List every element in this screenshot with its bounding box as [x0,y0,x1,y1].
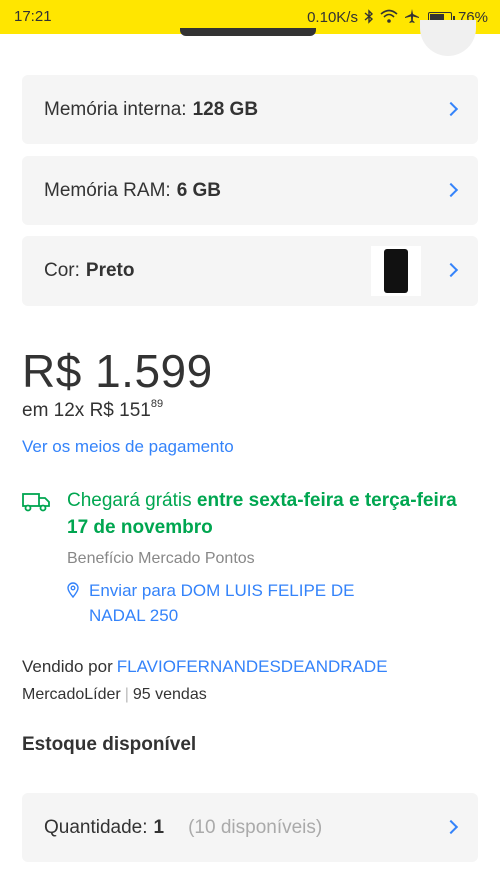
installments-text: em 12x R$ 151 [22,400,151,421]
network-speed: 0.10K/s [307,9,358,26]
chevron-right-icon [443,101,459,117]
status-time: 17:21 [14,8,52,25]
ram-selector[interactable]: Memória RAM: 6 GB [22,156,478,225]
internal-memory-selector[interactable]: Memória interna: 128 GB [22,75,478,144]
internal-memory-value: 128 GB [192,99,259,120]
quantity-selector[interactable]: Quantidade: 1 (10 disponíveis) [22,793,478,862]
bluetooth-icon [364,8,374,27]
header-circle-remnant [420,20,476,56]
color-selector[interactable]: Cor: Preto [22,236,478,306]
seller-sales: 95 vendas [132,686,207,703]
seller-separator: | [124,686,129,703]
stock-title: Estoque disponível [22,734,197,755]
color-label: Cor: [44,260,80,281]
chevron-right-icon [443,262,459,278]
color-value: Preto [85,260,135,281]
seller-label: Vendido por [22,657,113,676]
color-thumbnail [371,246,421,296]
seller-name-link[interactable]: FLAVIOFERNANDESDEANDRADE [117,657,388,676]
installments: em 12x R$ 15189 [22,398,164,422]
quantity-label: Quantidade: [44,817,148,838]
quantity-available: (10 disponíveis) [188,817,323,838]
truck-icon [22,492,50,512]
header-button-remnant [180,28,316,36]
location-pin-icon [67,582,79,599]
wifi-icon [380,9,398,26]
ram-label: Memória RAM: [44,180,171,201]
ram-value: 6 GB [176,180,222,201]
chevron-right-icon [443,819,459,835]
installments-cents: 89 [150,398,164,410]
price: R$ 1.599 [22,345,213,397]
seller-info: Vendido por FLAVIOFERNANDESDEANDRADE [22,657,388,677]
shipping-prefix: Chegará grátis [67,490,197,511]
chevron-right-icon [443,182,459,198]
airplane-icon [404,8,420,27]
quantity-value: 1 [153,817,165,838]
internal-memory-label: Memória interna: [44,99,187,120]
shipping-benefit: Benefício Mercado Pontos [67,550,255,567]
seller-meta: MercadoLíder | 95 vendas [22,686,207,704]
seller-badge: MercadoLíder [22,686,121,703]
shipping-address-link[interactable]: Enviar para DOM LUIS FELIPE DE NADAL 250 [89,578,389,628]
shipping-estimate: Chegará grátis entre sexta-feira e terça… [67,487,467,541]
payment-methods-link[interactable]: Ver os meios de pagamento [22,437,234,457]
